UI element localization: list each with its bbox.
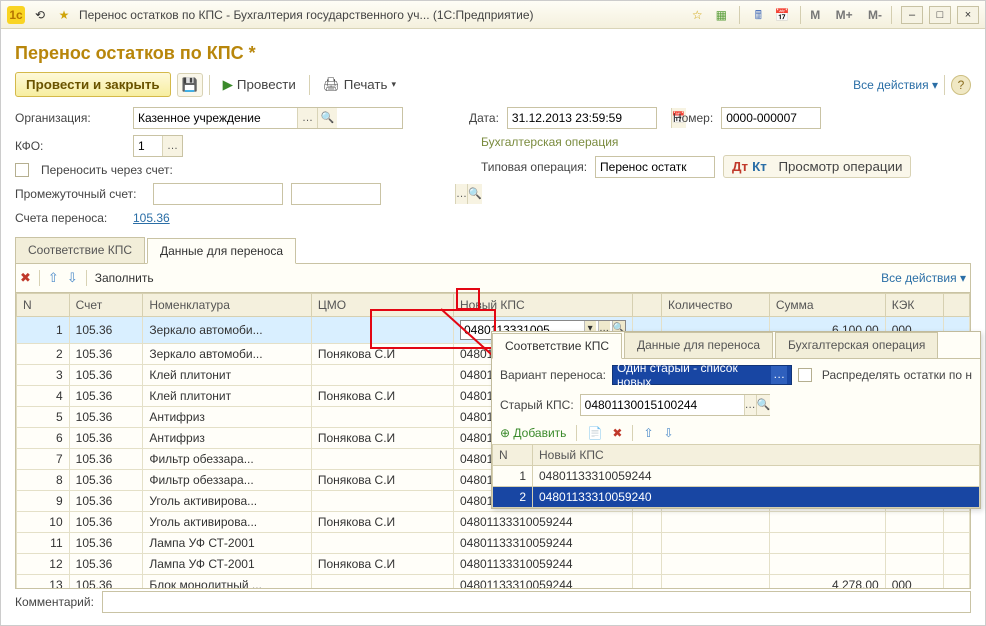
popup-tabs: Соответствие КПС Данные для переноса Бух… [492, 332, 980, 359]
date-input[interactable]: 📅 [507, 107, 657, 129]
copy-icon[interactable]: 📄 [587, 426, 602, 440]
table-row[interactable]: 13105.36Блок монолитный ...0480113331005… [17, 575, 970, 590]
ellipsis-icon[interactable]: … [297, 108, 317, 128]
old-label: Старый КПС: [500, 398, 574, 412]
var-combo[interactable]: Один старый - список новых … [612, 365, 792, 385]
popup-grid[interactable]: N Новый КПС 1048011333100592442048011333… [492, 444, 980, 508]
num-label: Номер: [673, 111, 713, 125]
main-tabs: Соответствие КПС Данные для переноса [15, 237, 971, 264]
titlebar: 1c ⟲ ★ Перенос остатков по КПС - Бухгалт… [1, 1, 985, 29]
main-toolbar: Провести и закрыть 💾 ▶Провести 🖨Печать ▾… [15, 72, 971, 97]
calendar-icon[interactable]: 📅 [773, 6, 791, 24]
ptab-data[interactable]: Данные для переноса [624, 332, 773, 358]
delete-icon[interactable]: ✖ [612, 426, 622, 440]
transfer-checkbox[interactable] [15, 163, 29, 177]
typeop-input[interactable]: …🔍 [595, 156, 715, 178]
ptab-kps[interactable]: Соответствие КПС [492, 333, 622, 359]
post-button[interactable]: ▶Провести [216, 73, 303, 97]
col-header[interactable]: Сумма [769, 294, 885, 317]
add-button[interactable]: ⊕ Добавить [500, 426, 566, 440]
up-icon[interactable]: ⇧ [48, 270, 59, 286]
close-btn[interactable]: × [957, 6, 979, 24]
date-label: Дата: [469, 111, 499, 125]
grid-icon[interactable]: ▦ [712, 6, 730, 24]
section-title: Бухгалтерская операция [481, 135, 971, 149]
col-header[interactable] [633, 294, 662, 317]
tab-data[interactable]: Данные для переноса [147, 238, 296, 264]
page-title: Перенос остатков по КПС * [15, 43, 971, 64]
ptab-oper[interactable]: Бухгалтерская операция [775, 332, 938, 358]
interim2-input[interactable]: …🔍 [291, 183, 381, 205]
kfo-input[interactable]: … [133, 135, 183, 157]
save-button[interactable]: 💾 [177, 73, 203, 97]
delete-icon[interactable]: ✖ [20, 270, 31, 286]
fill-button[interactable]: Заполнить [95, 271, 154, 285]
comment-label: Комментарий: [15, 595, 94, 609]
col-header[interactable]: Количество [661, 294, 769, 317]
grid-toolbar: ✖ ⇧ ⇩ Заполнить Все действия ▾ [15, 264, 971, 293]
window-title: Перенос остатков по КПС - Бухгалтерия го… [79, 8, 682, 22]
down-icon[interactable]: ⇩ [67, 270, 78, 286]
interim-input[interactable]: …🔍 [153, 183, 283, 205]
org-input[interactable]: … 🔍 [133, 107, 403, 129]
tab-kps[interactable]: Соответствие КПС [15, 237, 145, 263]
print-button[interactable]: 🖨Печать ▾ [316, 73, 403, 97]
app-window: 1c ⟲ ★ Перенос остатков по КПС - Бухгалт… [0, 0, 986, 626]
dist-checkbox[interactable] [798, 368, 812, 382]
kfo-label: КФО: [15, 139, 125, 153]
typeop-label: Типовая операция: [481, 160, 587, 174]
grid-all-actions[interactable]: Все действия ▾ [881, 271, 966, 285]
view-op-button[interactable]: ДтКт Просмотр операции [723, 155, 911, 178]
table-row[interactable]: 10105.36Уголь активирова...Понякова С.И0… [17, 512, 970, 533]
table-row[interactable]: 12105.36Лампа УФ СТ-2001Понякова С.И0480… [17, 554, 970, 575]
table-row[interactable]: 11105.36Лампа УФ СТ-20010480113331005924… [17, 533, 970, 554]
num-input[interactable] [721, 107, 821, 129]
all-actions[interactable]: Все действия ▾ [853, 78, 938, 92]
minimize-btn[interactable]: – [901, 6, 923, 24]
dist-label: Распределять остатки по н [822, 368, 972, 382]
org-label: Организация: [15, 111, 125, 125]
post-close-button[interactable]: Провести и закрыть [15, 72, 171, 97]
interim-label: Промежуточный счет: [15, 187, 145, 201]
m-btn[interactable]: M [810, 8, 820, 22]
transfer-label: Переносить через счет: [41, 163, 173, 177]
col-header[interactable]: ЦМО [311, 294, 453, 317]
star-icon[interactable]: ★ [55, 6, 73, 24]
m-plus-btn[interactable]: M+ [836, 8, 853, 22]
col-header[interactable] [943, 294, 969, 317]
col-header[interactable]: КЭК [885, 294, 943, 317]
app-icon-1c: 1c [7, 6, 25, 24]
calc-icon[interactable]: 🖩 [749, 6, 767, 24]
popup-panel: Соответствие КПС Данные для переноса Бух… [491, 331, 981, 509]
accounts-link[interactable]: 105.36 [133, 211, 170, 225]
comment-input[interactable] [102, 591, 971, 613]
col-header[interactable]: Новый КПС [453, 294, 632, 317]
ellipsis-icon[interactable]: … [771, 366, 787, 384]
var-label: Вариант переноса: [500, 368, 606, 382]
search-icon[interactable]: 🔍 [317, 108, 337, 128]
help-button[interactable]: ? [951, 75, 971, 95]
ellipsis-icon[interactable]: … [162, 136, 182, 156]
col-header[interactable]: N [17, 294, 70, 317]
old-kps-input[interactable]: …🔍 [580, 394, 770, 416]
accounts-label: Счета переноса: [15, 211, 125, 225]
col-header[interactable]: Номенклатура [143, 294, 311, 317]
table-row[interactable]: 104801133310059244 [493, 466, 980, 487]
fav-icon[interactable]: ☆ [688, 6, 706, 24]
maximize-btn[interactable]: □ [929, 6, 951, 24]
footer: Комментарий: [15, 591, 971, 613]
table-row[interactable]: 204801133310059240 [493, 487, 980, 508]
col-header[interactable]: Счет [69, 294, 143, 317]
down-icon[interactable]: ⇩ [664, 426, 674, 440]
up-icon[interactable]: ⇧ [643, 426, 653, 440]
nav-back-icon[interactable]: ⟲ [31, 6, 49, 24]
m-minus-btn[interactable]: M- [868, 8, 882, 22]
